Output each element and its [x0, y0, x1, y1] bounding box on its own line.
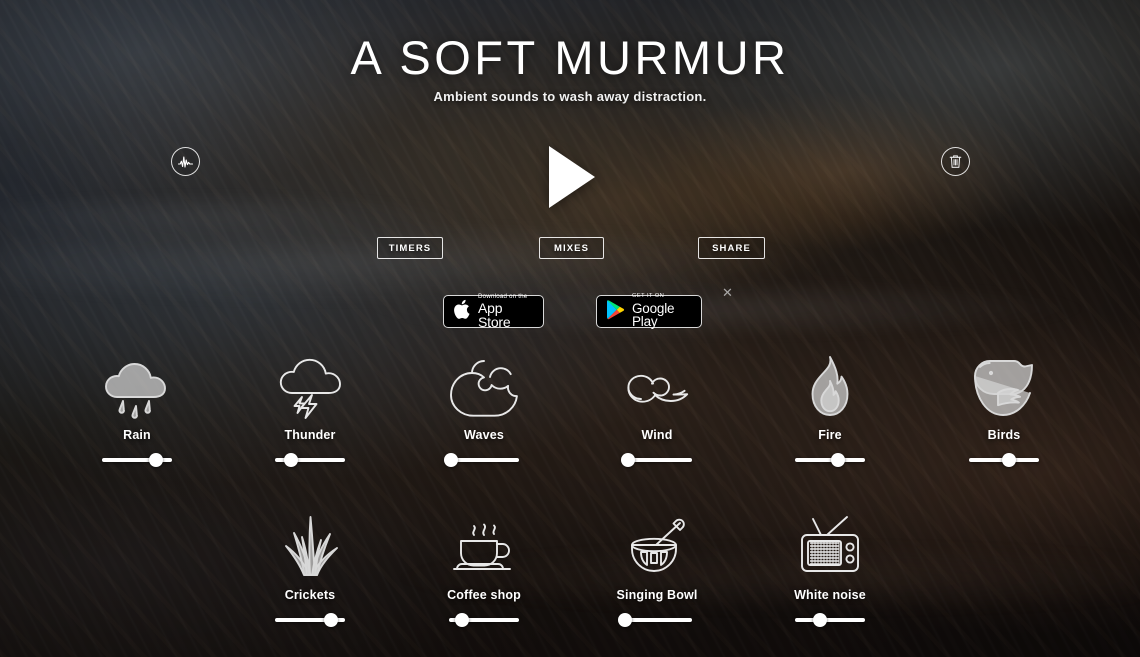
sound-tile-thunder: Thunder	[245, 357, 375, 467]
volume-slider-crickets[interactable]	[275, 613, 345, 627]
google-play-subtitle: GET IT ON	[632, 293, 665, 300]
sound-label: Coffee shop	[447, 588, 521, 602]
sound-label: Birds	[987, 428, 1021, 442]
google-play-logo-icon	[606, 299, 625, 325]
slider-thumb[interactable]	[1001, 453, 1016, 467]
slider-track	[795, 618, 865, 622]
waves-icon[interactable]	[447, 357, 521, 419]
page-title: A SOFT MURMUR	[350, 31, 790, 84]
page-content: A SOFT MURMUR Ambient sounds to wash awa…	[0, 0, 1140, 657]
app-store-title: App Store	[478, 300, 511, 331]
google-play-badge[interactable]: GET IT ON Google Play	[596, 294, 702, 328]
sound-tile-waves: Waves	[419, 357, 549, 467]
timers-button[interactable]: TIMERS	[377, 237, 443, 259]
coffee-shop-icon[interactable]	[449, 517, 519, 579]
white-noise-icon[interactable]	[797, 516, 863, 579]
app-store-subtitle: Download on the	[478, 292, 528, 300]
slider-thumb[interactable]	[812, 613, 827, 627]
volume-slider-singing-bowl[interactable]	[617, 613, 692, 627]
slider-thumb[interactable]	[324, 613, 338, 627]
sound-label: Waves	[464, 428, 504, 442]
page-subtitle: Ambient sounds to wash away distraction.	[433, 89, 707, 104]
volume-slider-wind[interactable]	[621, 453, 692, 467]
volume-slider-waves[interactable]	[444, 453, 519, 467]
sound-tile-fire: Fire	[765, 356, 895, 467]
crickets-icon[interactable]	[279, 516, 341, 579]
wind-icon[interactable]	[620, 357, 694, 419]
play-button[interactable]	[540, 145, 604, 209]
slider-thumb[interactable]	[617, 613, 632, 627]
slider-thumb[interactable]	[444, 453, 459, 467]
clear-button[interactable]	[941, 147, 970, 176]
sound-label: Fire	[818, 428, 842, 442]
volume-slider-white-noise[interactable]	[795, 613, 865, 627]
slider-thumb[interactable]	[284, 453, 299, 467]
trash-icon	[949, 154, 962, 169]
waveform-button[interactable]	[171, 147, 200, 176]
sound-label: Wind	[641, 428, 673, 442]
apple-logo-icon	[453, 299, 471, 325]
birds-icon[interactable]	[972, 357, 1036, 419]
volume-slider-coffee-shop[interactable]	[449, 613, 519, 627]
slider-track	[795, 458, 865, 462]
app-store-text: Download on the App Store	[478, 292, 534, 331]
sound-tile-coffee-shop: Coffee shop	[419, 517, 549, 627]
waveform-icon	[178, 155, 193, 169]
volume-slider-thunder[interactable]	[275, 453, 345, 467]
play-icon	[549, 146, 595, 208]
sound-label: Thunder	[284, 428, 336, 442]
rain-icon[interactable]	[101, 357, 173, 419]
slider-thumb[interactable]	[621, 453, 636, 467]
sound-label: Singing Bowl	[616, 588, 698, 602]
sound-label: Rain	[123, 428, 151, 442]
mixes-button[interactable]: MIXES	[539, 237, 604, 259]
sound-tile-white-noise: White noise	[765, 516, 895, 627]
thunder-icon[interactable]	[274, 357, 346, 419]
sound-tile-rain: Rain	[72, 357, 202, 467]
sound-tile-crickets: Crickets	[245, 516, 375, 627]
volume-slider-fire[interactable]	[795, 453, 865, 467]
app-root: A SOFT MURMUR Ambient sounds to wash awa…	[0, 0, 1140, 657]
fire-icon[interactable]	[801, 356, 859, 419]
sound-tile-wind: Wind	[592, 357, 722, 467]
slider-thumb[interactable]	[148, 453, 163, 467]
slider-track	[622, 618, 692, 622]
volume-slider-rain[interactable]	[102, 453, 172, 467]
singing-bowl-icon[interactable]	[622, 517, 692, 579]
google-play-text: GET IT ON Google Play	[632, 294, 692, 328]
app-store-badge[interactable]: Download on the App Store	[443, 292, 544, 331]
sound-tile-singing-bowl: Singing Bowl	[592, 517, 722, 627]
slider-thumb[interactable]	[831, 453, 846, 467]
sound-label: Crickets	[284, 588, 336, 602]
sound-label: White noise	[794, 588, 866, 602]
slider-thumb[interactable]	[454, 613, 469, 627]
sound-tile-birds: Birds	[939, 357, 1069, 467]
volume-slider-birds[interactable]	[969, 453, 1039, 467]
close-promo-button[interactable]: ✕	[720, 286, 735, 301]
share-button[interactable]: SHARE	[698, 237, 765, 259]
google-play-title: Google Play	[632, 300, 675, 330]
slider-track	[449, 458, 519, 462]
